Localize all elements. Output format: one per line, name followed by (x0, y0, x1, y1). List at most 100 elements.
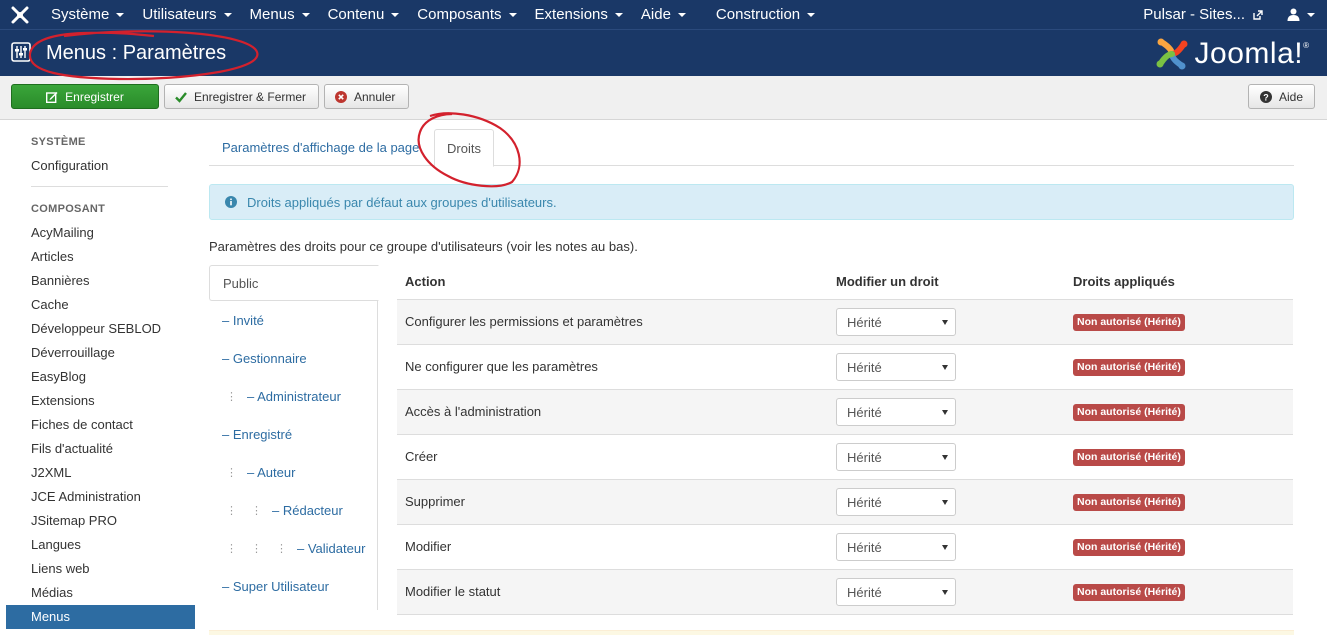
tree-indent-marker: ⋮ (226, 467, 237, 479)
group-tab-validateur[interactable]: – Validateur (297, 541, 365, 556)
sidebar: SYSTÈME Configuration COMPOSANT AcyMaili… (0, 120, 200, 635)
menu-construction[interactable]: Construction (707, 0, 824, 29)
sidebar-item-fils-actualite[interactable]: Fils d'actualité (31, 441, 113, 456)
permission-select[interactable]: Hérité (836, 353, 956, 381)
action-label: Configurer les permissions et paramètres (405, 314, 643, 329)
table-row: Modifier le statut Hérité Non autorisé (… (397, 570, 1293, 615)
permission-select[interactable]: Hérité (836, 533, 956, 561)
caret-down-icon (391, 12, 400, 17)
permission-select[interactable]: Hérité (836, 578, 956, 606)
group-tab-gestionnaire[interactable]: – Gestionnaire (222, 351, 307, 366)
title-bar: Menus : Paramètres Joomla! ® (0, 29, 1327, 76)
group-tab-invite[interactable]: – Invité (222, 313, 264, 328)
sidebar-item-jsitemap[interactable]: JSitemap PRO (31, 513, 117, 528)
site-link[interactable]: Pulsar - Sites... (1131, 0, 1275, 29)
sidebar-item-j2xml[interactable]: J2XML (31, 465, 71, 480)
cancel-button[interactable]: Annuler (324, 84, 409, 109)
sidebar-item-extensions[interactable]: Extensions (31, 393, 95, 408)
joomla-brand-logo: Joomla! ® (1153, 35, 1309, 73)
select-arrow-icon (942, 455, 948, 460)
header-applied: Droits appliqués (1073, 274, 1175, 289)
group-tab-public[interactable]: Public (209, 265, 379, 301)
main-menu: Système Utilisateurs Menus Contenu Compo… (42, 0, 824, 29)
sidebar-item-acymailing[interactable]: AcyMailing (31, 225, 94, 240)
external-link-icon (1253, 9, 1263, 20)
sidebar-item-langues[interactable]: Langues (31, 537, 81, 552)
select-arrow-icon (942, 410, 948, 415)
checkmark-icon (175, 91, 187, 103)
sidebar-item-fiches-contact[interactable]: Fiches de contact (31, 417, 133, 432)
permission-select[interactable]: Hérité (836, 488, 956, 516)
sidebar-item-cache[interactable]: Cache (31, 297, 69, 312)
sidebar-item-medias[interactable]: Médias (31, 585, 73, 600)
permission-select[interactable]: Hérité (836, 398, 956, 426)
tab-rights[interactable]: Droits (434, 129, 494, 167)
svg-text:?: ? (1263, 92, 1269, 102)
status-badge: Non autorisé (Hérité) (1073, 314, 1185, 331)
tree-indent-marker: ⋮ (251, 543, 262, 555)
menu-settings-icon (11, 42, 31, 62)
sidebar-item-articles[interactable]: Articles (31, 249, 74, 264)
action-label: Modifier (405, 539, 452, 554)
action-label: Modifier le statut (405, 584, 501, 599)
bottom-notice-strip (209, 630, 1294, 635)
info-icon (225, 196, 237, 208)
sidebar-item-configuration[interactable]: Configuration (31, 158, 108, 173)
tree-indent-marker: ⋮ (226, 543, 237, 555)
menu-menus[interactable]: Menus (241, 0, 319, 29)
select-arrow-icon (942, 545, 948, 550)
help-button[interactable]: ? Aide (1248, 84, 1315, 109)
group-tab-auteur[interactable]: – Auteur (247, 465, 295, 480)
table-row: Accès à l'administration Hérité Non auto… (397, 390, 1293, 435)
table-row: Créer Hérité Non autorisé (Hérité) (397, 435, 1293, 480)
joomla-wordmark: Joomla! (1194, 37, 1304, 70)
group-tab-redacteur[interactable]: – Rédacteur (272, 503, 343, 518)
sidebar-item-menus[interactable]: Menus (6, 605, 195, 629)
sidebar-divider (31, 186, 168, 187)
caret-down-icon (1307, 12, 1315, 17)
group-tab-super-utilisateur[interactable]: – Super Utilisateur (222, 579, 329, 594)
menu-systeme[interactable]: Système (42, 0, 133, 29)
cancel-circle-icon (335, 90, 347, 103)
menu-composants[interactable]: Composants (408, 0, 525, 29)
save-close-button[interactable]: Enregistrer & Fermer (164, 84, 319, 109)
user-group-tree: Public – Invité – Gestionnaire ⋮ – Admin… (209, 265, 379, 610)
table-row: Supprimer Hérité Non autorisé (Hérité) (397, 480, 1293, 525)
sidebar-item-jce[interactable]: JCE Administration (31, 489, 141, 504)
permission-select[interactable]: Hérité (836, 443, 956, 471)
caret-down-icon (614, 12, 623, 17)
save-button[interactable]: Enregistrer (11, 84, 159, 109)
group-tab-administrateur[interactable]: – Administrateur (247, 389, 341, 404)
table-row: Configurer les permissions et paramètres… (397, 300, 1293, 345)
tree-indent-marker: ⋮ (226, 505, 237, 517)
sidebar-item-bannieres[interactable]: Bannières (31, 273, 90, 288)
tab-display-settings[interactable]: Paramètres d'affichage de la page (222, 129, 419, 166)
sidebar-item-deverrouillage[interactable]: Déverrouillage (31, 345, 115, 360)
user-menu[interactable] (1275, 0, 1327, 29)
navbar-right: Pulsar - Sites... (1131, 0, 1327, 29)
select-arrow-icon (942, 500, 948, 505)
tree-indent-marker: ⋮ (276, 543, 287, 555)
sidebar-section-component: COMPOSANT (31, 203, 106, 215)
permission-select[interactable]: Hérité (836, 308, 956, 336)
status-badge: Non autorisé (Hérité) (1073, 404, 1185, 421)
sidebar-item-seblod[interactable]: Développeur SEBLOD (31, 321, 161, 336)
tree-indent-marker: ⋮ (251, 505, 262, 517)
menu-extensions[interactable]: Extensions (526, 0, 632, 29)
menu-contenu[interactable]: Contenu (319, 0, 409, 29)
caret-down-icon (116, 12, 125, 17)
registered-mark: ® (1303, 41, 1309, 50)
joomla-logo-icon[interactable] (10, 5, 30, 25)
select-arrow-icon (942, 365, 948, 370)
menu-utilisateurs[interactable]: Utilisateurs (133, 0, 240, 29)
action-label: Ne configurer que les paramètres (405, 359, 598, 374)
tree-indent-marker: ⋮ (226, 391, 237, 403)
group-tab-enregistre[interactable]: – Enregistré (222, 427, 292, 442)
sidebar-item-liens-web[interactable]: Liens web (31, 561, 90, 576)
menu-aide[interactable]: Aide (632, 0, 695, 29)
table-row: Ne configurer que les paramètres Hérité … (397, 345, 1293, 390)
action-label: Créer (405, 449, 438, 464)
joomla-brand-icon (1156, 38, 1188, 70)
sidebar-item-easyblog[interactable]: EasyBlog (31, 369, 86, 384)
status-badge: Non autorisé (Hérité) (1073, 449, 1185, 466)
